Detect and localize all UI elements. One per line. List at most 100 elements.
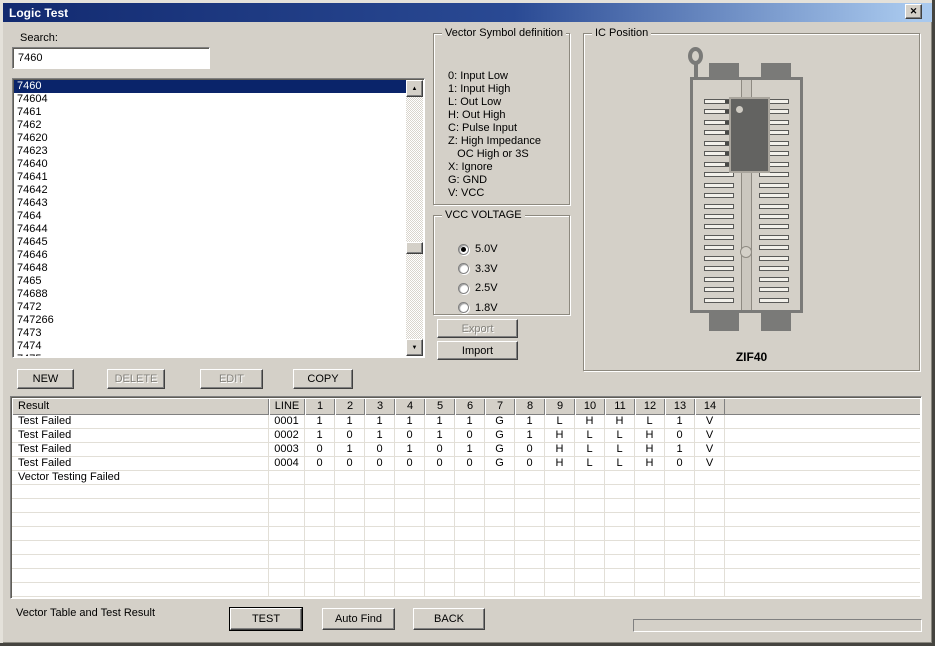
scroll-up-button[interactable]: ▲	[406, 80, 423, 97]
new-button[interactable]: NEW	[17, 369, 74, 389]
cell-pin-7	[485, 569, 515, 583]
vector-symbol-line: G: GND	[448, 174, 565, 187]
device-list[interactable]: 7460746047461746274620746237464074641746…	[14, 80, 406, 356]
cell-pin-12	[635, 471, 665, 485]
cell-pin-8	[515, 527, 545, 541]
cell-pin-7	[485, 527, 515, 541]
cell-pin-10: L	[575, 429, 605, 443]
header-pin-2: 2	[335, 398, 365, 415]
cell-pin-4: 0	[395, 429, 425, 443]
list-item-74604[interactable]: 74604	[14, 93, 406, 106]
table-row[interactable]: Test Failed0004000000G0HLLH0V	[12, 457, 920, 471]
search-input[interactable]	[12, 47, 210, 69]
cell-pin-12	[635, 527, 665, 541]
list-item-74620[interactable]: 74620	[14, 132, 406, 145]
cell-pin-5	[425, 471, 455, 485]
cell-pin-8: 1	[515, 429, 545, 443]
vcc-option-2.5V[interactable]: 2.5V	[458, 281, 498, 295]
header-pin-13: 13	[665, 398, 695, 415]
list-item-7464[interactable]: 7464	[14, 210, 406, 223]
radio-icon[interactable]	[458, 263, 469, 274]
cell-pin-14	[695, 555, 725, 569]
table-row[interactable]	[12, 513, 920, 527]
table-row[interactable]: Vector Testing Failed	[12, 471, 920, 485]
export-button[interactable]: Export	[437, 319, 518, 338]
vcc-option-5.0V[interactable]: 5.0V	[458, 242, 498, 256]
radio-icon[interactable]	[458, 283, 469, 294]
vector-symbol-title: Vector Symbol definition	[442, 27, 566, 39]
cell-pin-5	[425, 541, 455, 555]
scroll-thumb[interactable]	[406, 242, 423, 254]
table-row[interactable]	[12, 527, 920, 541]
cell-pin-12	[635, 541, 665, 555]
table-row[interactable]: Test Failed0001111111G1LHHL1V	[12, 415, 920, 429]
cell-pin-3	[365, 527, 395, 541]
zif-pin-slot	[759, 245, 789, 250]
cell-pin-8	[515, 513, 545, 527]
result-table-header: ResultLINE1234567891011121314	[12, 398, 920, 415]
table-row[interactable]	[12, 499, 920, 513]
auto-find-button[interactable]: Auto Find	[322, 608, 395, 630]
zif-pin-slot	[704, 256, 734, 261]
cell-pin-2	[335, 541, 365, 555]
table-row[interactable]	[12, 569, 920, 583]
list-item-74623[interactable]: 74623	[14, 145, 406, 158]
list-item-74646[interactable]: 74646	[14, 249, 406, 262]
list-item-747266[interactable]: 747266	[14, 314, 406, 327]
cell-line	[269, 485, 305, 499]
result-table-body[interactable]: ResultLINE1234567891011121314Test Failed…	[12, 398, 920, 597]
list-item-74644[interactable]: 74644	[14, 223, 406, 236]
list-item-7475[interactable]: 7475	[14, 353, 406, 356]
list-item-7460[interactable]: 7460	[14, 80, 406, 93]
list-item-7474[interactable]: 7474	[14, 340, 406, 353]
radio-icon[interactable]	[458, 302, 469, 313]
cell-pin-5: 1	[425, 429, 455, 443]
delete-button[interactable]: DELETE	[107, 369, 165, 389]
list-item-74642[interactable]: 74642	[14, 184, 406, 197]
edit-button[interactable]: EDIT	[200, 369, 263, 389]
list-item-74688[interactable]: 74688	[14, 288, 406, 301]
cell-pin-12	[635, 583, 665, 597]
table-row[interactable]	[12, 583, 920, 597]
cell-pin-7: G	[485, 415, 515, 429]
list-item-74648[interactable]: 74648	[14, 262, 406, 275]
table-row[interactable]: Test Failed0002101010G1HLLH0V	[12, 429, 920, 443]
table-row[interactable]	[12, 541, 920, 555]
cell-pin-6	[455, 569, 485, 583]
header-line: LINE	[269, 398, 305, 415]
cell-pin-6	[455, 541, 485, 555]
scroll-down-button[interactable]: ▼	[406, 339, 423, 356]
close-button[interactable]: ✕	[905, 4, 922, 19]
back-button[interactable]: BACK	[413, 608, 485, 630]
radio-icon[interactable]	[458, 244, 469, 255]
vector-symbol-line: L: Out Low	[448, 96, 565, 109]
list-item-74645[interactable]: 74645	[14, 236, 406, 249]
list-item-7462[interactable]: 7462	[14, 119, 406, 132]
cell-filler	[725, 583, 920, 597]
cell-line: 0004	[269, 457, 305, 471]
cell-pin-1	[305, 471, 335, 485]
table-row[interactable]	[12, 555, 920, 569]
test-button[interactable]: TEST	[230, 608, 302, 630]
vcc-option-3.3V[interactable]: 3.3V	[458, 262, 498, 276]
list-item-74641[interactable]: 74641	[14, 171, 406, 184]
copy-button[interactable]: COPY	[293, 369, 353, 389]
cell-pin-8: 0	[515, 443, 545, 457]
zif-socket-graphic: ZIF40	[584, 34, 919, 370]
cell-result	[12, 555, 269, 569]
list-item-7472[interactable]: 7472	[14, 301, 406, 314]
device-list-scrollbar[interactable]: ▲ ▼	[406, 80, 423, 356]
table-row[interactable]: Test Failed0003010101G0HLLH1V	[12, 443, 920, 457]
header-pin-5: 5	[425, 398, 455, 415]
list-item-7465[interactable]: 7465	[14, 275, 406, 288]
list-item-74640[interactable]: 74640	[14, 158, 406, 171]
list-item-7461[interactable]: 7461	[14, 106, 406, 119]
import-button[interactable]: Import	[437, 341, 518, 360]
list-item-74643[interactable]: 74643	[14, 197, 406, 210]
list-item-7473[interactable]: 7473	[14, 327, 406, 340]
cell-result	[12, 527, 269, 541]
table-row[interactable]	[12, 485, 920, 499]
vcc-option-1.8V[interactable]: 1.8V	[458, 301, 498, 315]
vcc-voltage-groupbox: VCC VOLTAGE 5.0V3.3V2.5V1.8V	[433, 215, 570, 315]
zif-pin-slot	[759, 214, 789, 219]
